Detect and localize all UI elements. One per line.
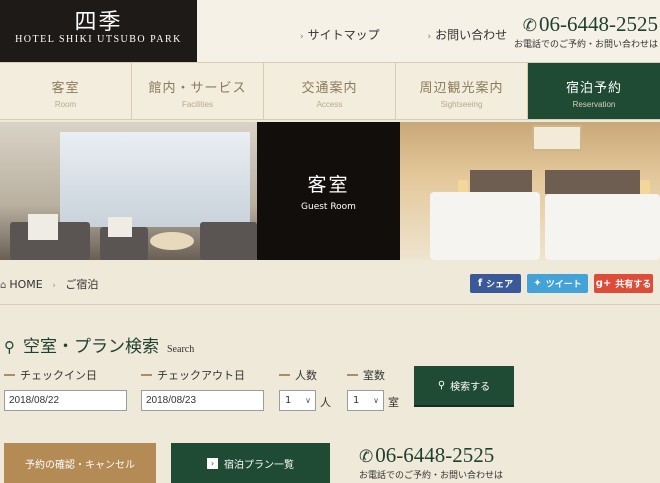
chevron-right-icon: › — [207, 457, 218, 469]
guests-select[interactable]: 1 ∨ — [279, 390, 316, 411]
breadcrumb-home[interactable]: ⌂ HOME — [0, 278, 43, 291]
logo-name: HOTEL SHIKI UTSUBO PARK — [15, 34, 182, 45]
hero-caption: 客室 Guest Room — [257, 122, 400, 260]
nav-item-label: 交通案内 — [301, 81, 358, 96]
plans-list-button[interactable]: › 宿泊プラン一覧 — [171, 443, 330, 483]
nav-item-sightseeing[interactable]: 周辺観光案内 Sightseeing — [396, 63, 528, 119]
twitter-share-button[interactable]: ✦ ツイート — [527, 274, 588, 293]
phone-icon: ✆ — [522, 16, 537, 35]
breadcrumb: ⌂ HOME › ご宿泊 — [0, 276, 98, 292]
header-phone[interactable]: ✆06-6448-2525 お電話でのご予約・お問い合わせは — [514, 12, 658, 50]
site-header: 四季 HOTEL SHIKI UTSUBO PARK › サイトマップ › お問い合… — [0, 0, 660, 62]
chevron-right-icon: › — [52, 281, 56, 291]
share-buttons: f シェア ✦ ツイート g+ 共有する — [470, 274, 653, 293]
phone-number: 06-6448-2525 — [539, 12, 658, 36]
phone-number-row: ✆06-6448-2525 — [359, 443, 503, 468]
checkin-label-text: チェックイン日 — [20, 369, 97, 382]
rooms-label: 室数 — [347, 367, 385, 383]
rooms-select-value: 1 — [353, 395, 360, 406]
guests-label: 人数 — [279, 367, 317, 383]
breadcrumb-current: ご宿泊 — [65, 278, 99, 291]
facebook-icon: f — [477, 278, 483, 289]
twitter-icon: ✦ — [533, 278, 542, 289]
gplus-share-button[interactable]: g+ 共有する — [594, 274, 653, 293]
checkout-label-text: チェックアウト日 — [157, 369, 245, 382]
living-room-photo — [0, 122, 257, 260]
guests-unit: 人 — [320, 396, 331, 409]
bedroom-photo — [400, 122, 660, 260]
search-title-en: Search — [167, 344, 195, 355]
contact-link-label: お問い合わせ — [435, 28, 508, 42]
nav-item-label: 館内・サービス — [148, 81, 247, 96]
facebook-share-button[interactable]: f シェア — [470, 274, 521, 293]
nav-item-room[interactable]: 客室 Room — [0, 63, 132, 119]
search-button[interactable]: ⚲ 検索する — [414, 366, 514, 405]
twitter-share-label: ツイート — [545, 280, 582, 290]
rooms-select[interactable]: 1 ∨ — [347, 390, 384, 411]
logo-kanji: 四季 — [74, 10, 123, 35]
footer-phone[interactable]: ✆06-6448-2525 お電話でのご予約・お問い合わせは — [359, 443, 503, 481]
nav-item-label: 周辺観光案内 — [419, 81, 504, 96]
search-icon: ⚲ — [437, 380, 446, 391]
nav-item-sublabel: Access — [316, 100, 343, 109]
guests-label-text: 人数 — [295, 369, 317, 382]
search-icon: ⚲ — [4, 338, 15, 356]
home-icon: ⌂ — [0, 280, 7, 291]
sitemap-link-label: サイトマップ — [307, 28, 380, 42]
hotel-logo[interactable]: 四季 HOTEL SHIKI UTSUBO PARK — [0, 0, 197, 62]
main-nav: 客室 Room 館内・サービス Facilities 交通案内 Access 周… — [0, 62, 660, 120]
gplus-share-label: 共有する — [615, 280, 652, 290]
nav-item-sublabel: Facilities — [181, 100, 214, 109]
plans-list-label: 宿泊プラン一覧 — [224, 459, 294, 471]
checkin-label: チェックイン日 — [4, 367, 97, 383]
confirm-cancel-button[interactable]: 予約の確認・キャンセル — [4, 443, 156, 483]
checkout-date-input[interactable]: 2018/08/23 — [141, 390, 264, 411]
hero-banner: 客室 Guest Room — [0, 122, 660, 260]
hero-title: 客室 — [307, 174, 350, 196]
confirm-cancel-label: 予約の確認・キャンセル — [25, 459, 135, 471]
chevron-right-icon: › — [427, 32, 432, 42]
search-title: 空室・プラン検索 — [23, 337, 159, 357]
nav-item-sublabel: Reservation — [572, 100, 616, 109]
chevron-down-icon: ∨ — [373, 396, 379, 405]
hero-subtitle: Guest Room — [301, 202, 356, 212]
nav-item-label: 客室 — [51, 81, 80, 96]
checkout-label: チェックアウト日 — [141, 367, 245, 383]
phone-icon: ✆ — [359, 447, 374, 466]
chevron-down-icon: ∨ — [305, 396, 311, 405]
nav-item-facilities[interactable]: 館内・サービス Facilities — [132, 63, 264, 119]
rooms-label-text: 室数 — [363, 369, 385, 382]
search-button-label: 検索する — [450, 382, 491, 393]
facebook-share-label: シェア — [486, 280, 514, 290]
nav-item-label: 宿泊予約 — [565, 81, 622, 96]
phone-note: お電話でのご予約・お問い合わせは — [513, 40, 658, 50]
chevron-right-icon: › — [300, 32, 304, 42]
rooms-unit: 室 — [388, 396, 399, 409]
breadcrumb-home-label: HOME — [9, 278, 43, 291]
phone-number: 06-6448-2525 — [375, 443, 495, 467]
sitemap-link[interactable]: › サイトマップ — [300, 28, 402, 42]
checkin-date-input[interactable]: 2018/08/22 — [4, 390, 127, 411]
phone-note: お電話でのご予約・お問い合わせは — [359, 471, 504, 481]
nav-item-sublabel: Room — [54, 100, 77, 109]
guests-select-value: 1 — [285, 395, 292, 406]
search-heading: ⚲ 空室・プラン検索 Search — [4, 332, 194, 357]
gplus-icon: g+ — [595, 278, 612, 289]
nav-item-reservation[interactable]: 宿泊予約 Reservation — [528, 63, 660, 119]
phone-number-row: ✆06-6448-2525 — [514, 12, 658, 37]
nav-item-access[interactable]: 交通案内 Access — [264, 63, 396, 119]
divider — [0, 304, 660, 305]
nav-item-sublabel: Sightseeing — [440, 100, 483, 109]
